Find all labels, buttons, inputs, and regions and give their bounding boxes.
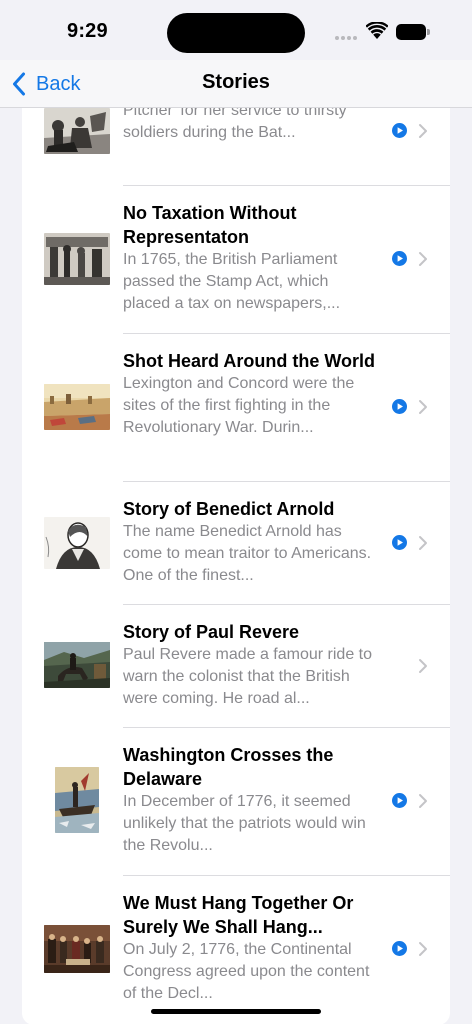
story-thumbnail-image [44,642,110,688]
stories-card: Mary Hays, nicknamed 'Molly Pitcher' for… [22,108,450,1024]
list-item[interactable]: We Must Hang Together Or Surely We Shall… [22,875,450,1024]
story-description: On July 2, 1776, the Continental Congres… [123,941,370,1002]
story-description: Mary Hays, nicknamed 'Molly Pitcher' for… [123,108,347,141]
story-title: Story of Paul Revere [123,622,300,642]
chevron-right-icon [419,400,427,414]
wifi-icon [366,22,388,39]
list-item[interactable]: Mary Hays, nicknamed 'Molly Pitcher' for… [22,108,450,185]
story-text: Shot Heard Around the World Lexington an… [123,349,375,439]
story-text: Washington Crosses the Delaware In Decem… [123,743,375,857]
story-title: No Taxation Without Representaton [123,203,297,247]
story-text: No Taxation Without Representaton In 176… [123,201,375,315]
screen: 9:29 Back Stories Pitcher' for her servi… [0,0,472,1024]
story-thumbnail-image [44,384,110,430]
cellular-signal-icon [335,36,359,42]
list-item[interactable]: No Taxation Without Representaton In 176… [22,185,450,333]
story-thumbnail-image [44,233,110,285]
story-text: Mary Hays, nicknamed 'Molly Pitcher' for… [123,108,375,144]
list-item[interactable]: Story of Benedict Arnold The name Benedi… [22,481,450,604]
audio-play-icon[interactable] [392,399,407,414]
chevron-right-icon [419,659,427,673]
status-time: 9:29 [67,20,108,42]
list-item[interactable]: Shot Heard Around the World Lexington an… [22,333,450,481]
page-title: Stories [202,71,270,93]
story-description: In December of 1776, it seemed unlikely … [123,793,366,854]
audio-play-icon[interactable] [392,941,407,956]
home-indicator[interactable] [151,1009,321,1014]
story-description: Paul Revere made a famour ride to warn t… [123,646,373,707]
chevron-right-icon [419,942,427,956]
stories-list[interactable]: Mary Hays, nicknamed 'Molly Pitcher' for… [0,108,472,1024]
audio-play-icon[interactable] [392,535,407,550]
list-item[interactable]: Washington Crosses the Delaware In Decem… [22,727,450,875]
story-description: Lexington and Concord were the sites of … [123,375,355,436]
story-title: Washington Crosses the Delaware [123,745,334,789]
chevron-right-icon [419,794,427,808]
navigation-bar: Back Stories [0,60,472,108]
audio-play-icon[interactable] [392,251,407,266]
story-thumbnail-image [55,767,99,833]
story-text: Story of Paul Revere Paul Revere made a … [123,620,375,710]
story-title: Shot Heard Around the World [123,351,375,371]
chevron-right-icon [419,124,427,138]
chevron-right-icon [419,252,427,266]
audio-play-icon[interactable] [392,123,407,138]
story-text: Story of Benedict Arnold The name Benedi… [123,497,375,587]
story-thumbnail-image [44,925,110,973]
story-description: In 1765, the British Parliament passed t… [123,251,341,312]
chevron-right-icon [419,536,427,550]
list-item[interactable]: Story of Paul Revere Paul Revere made a … [22,604,450,727]
story-description: The name Benedict Arnold has come to mea… [123,523,372,584]
dynamic-island [167,13,305,53]
audio-play-icon[interactable] [392,793,407,808]
story-title: Story of Benedict Arnold [123,499,335,519]
story-thumbnail-image [44,517,110,569]
story-thumbnail-image [44,108,110,154]
story-text: We Must Hang Together Or Surely We Shall… [123,891,375,1005]
story-title: We Must Hang Together Or Surely We Shall… [123,893,354,937]
battery-icon [396,24,430,40]
status-bar: 9:29 [0,0,472,60]
